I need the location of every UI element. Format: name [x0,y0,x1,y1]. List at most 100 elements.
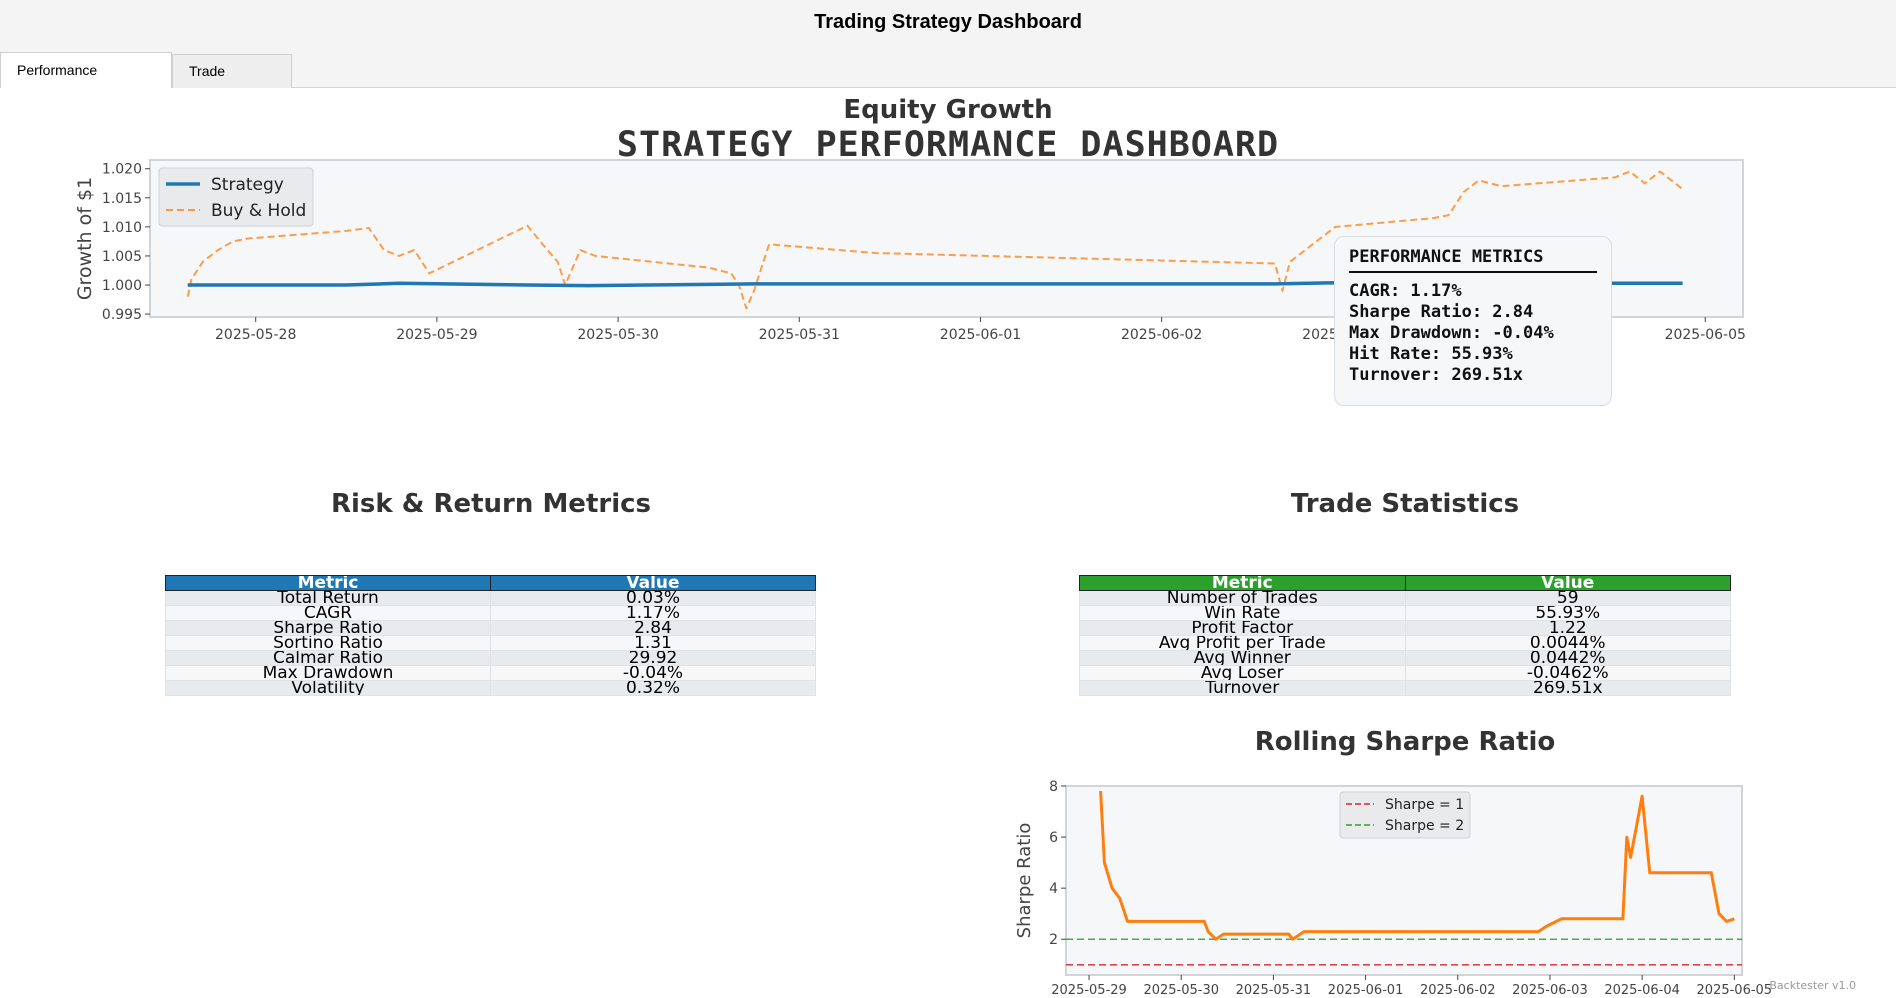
table-row: Sortino Ratio 1.31 [165,635,816,651]
x-tick-label: 2025-06-05 [1665,327,1746,343]
metric-name-cell: Sharpe Ratio [165,620,491,636]
metric-value-cell: -0.0462% [1404,665,1731,681]
tab-trade-analytics[interactable]: Trade Analytics [172,54,292,111]
legend-label-sharpe-1: Sharpe = 1 [1385,797,1464,813]
y-tick-label: 2 [1049,932,1058,948]
metric-name-cell: Avg Loser [1079,665,1406,681]
table-row: Profit Factor 1.22 [1079,620,1731,636]
metric-name-cell: Avg Winner [1079,650,1406,666]
metric-value-cell: 2.84 [490,620,816,636]
x-tick-label: 2025-05-30 [577,327,658,343]
metric-cagr: CAGR: 1.17% [1349,281,1462,301]
x-tick-label: 2025-06-02 [1420,983,1496,998]
x-tick-label: 2025-06-04 [1604,983,1680,998]
table-row: Volatility 0.32% [165,680,816,696]
y-tick-label: 6 [1049,830,1058,846]
legend-label-buy-hold: Buy & Hold [211,201,306,221]
metric-name-cell: Sortino Ratio [165,635,491,651]
metric-name-cell: CAGR [165,605,491,621]
window-title: Trading Strategy Dashboard [0,0,1896,44]
x-tick-label: 2025-05-31 [1236,983,1312,998]
risk-return-table: Metric Value Total Return 0.03% CAGR 1.17% S… [165,575,816,696]
table-row: Total Return 0.03% [165,590,816,606]
metric-name-cell: Volatility [165,680,491,696]
metric-value-cell: 269.51x [1404,680,1731,696]
metric-max-drawdown: Max Drawdown: -0.04% [1349,323,1554,343]
metric-name-cell: Avg Profit per Trade [1079,635,1406,651]
table-row: Turnover 269.51x [1079,680,1731,696]
rolling-sharpe-chart: 2 4 6 8 2025-05-29 2025-05-30 2025-05-31 2025-0… [1014,779,1773,998]
y-tick-label: 4 [1049,881,1058,897]
metric-value-cell: 0.03% [490,590,816,606]
metric-name-cell: Max Drawdown [165,665,491,681]
y-tick-label: 0.995 [102,307,142,323]
metric-value-cell: 55.93% [1404,605,1731,621]
metric-value-cell: 0.0442% [1404,650,1731,666]
table-row: Avg Loser -0.0462% [1079,665,1731,681]
y-tick-label: 1.015 [102,191,142,207]
table-row: Number of Trades 59 [1079,590,1731,606]
x-tick-label: 2025-05-29 [1051,983,1127,998]
version-label: Backtester v1.0 [1769,979,1856,992]
x-tick-label: 2025-06-01 [1328,983,1404,998]
risk-table-title: Risk & Return Metrics [330,489,651,519]
metric-name-cell: Win Rate [1079,605,1406,621]
x-tick-label: 2025-06-01 [940,327,1021,343]
y-tick-label: 1.020 [102,162,142,178]
x-tick-label: 2025-06-03 [1512,983,1588,998]
table-row: Calmar Ratio 29.92 [165,650,816,666]
metric-value-cell: 1.31 [490,635,816,651]
legend-label-strategy: Strategy [211,175,284,195]
y-tick-label: 1.000 [102,278,142,294]
x-tick-label: 2025-06-02 [1121,327,1202,343]
x-tick-label: 2025-06-05 [1697,983,1773,998]
column-header-metric: Metric [165,575,491,591]
metric-value-cell: 0.0044% [1404,635,1731,651]
trade-statistics-table: Metric Value Number of Trades 59 Win Rate 5… [1079,575,1731,696]
table-header-row: Metric Value [165,575,816,591]
trade-table-body: Number of Trades 59 Win Rate 55.93% Profit F… [1079,590,1731,696]
metric-value-cell: 1.22 [1404,620,1731,636]
y-tick-label: 1.010 [102,220,142,236]
table-row: Win Rate 55.93% [1079,605,1731,621]
x-tick-label: 2025-05-28 [215,327,296,343]
column-header-value: Value [490,575,816,591]
table-row: Avg Winner 0.0442% [1079,650,1731,666]
y-axis-label: Sharpe Ratio [1014,823,1035,939]
metric-value-cell: 1.17% [490,605,816,621]
performance-metrics-box: PERFORMANCE METRICS CAGR: 1.17% Sharpe R… [1334,236,1612,406]
tab-bar: Performance Dashboard Trade Analytics [0,44,1896,112]
metrics-box-title: PERFORMANCE METRICS [1349,247,1597,273]
metric-value-cell: 59 [1404,590,1731,606]
dashboard-content: Equity Growth STRATEGY PERFORMANCE DASHB… [0,88,1896,998]
y-tick-label: 8 [1049,779,1058,795]
trade-table-title: Trade Statistics [1290,489,1520,519]
table-row: Max Drawdown -0.04% [165,665,816,681]
metric-value-cell: -0.04% [490,665,816,681]
column-header-metric: Metric [1079,575,1406,591]
metric-name-cell: Turnover [1079,680,1406,696]
metric-hit-rate: Hit Rate: 55.93% [1349,344,1513,364]
column-header-value: Value [1404,575,1731,591]
metric-sharpe: Sharpe Ratio: 2.84 [1349,302,1534,322]
risk-table-body: Total Return 0.03% CAGR 1.17% Sharpe Ratio 2.… [165,590,816,696]
y-axis-label: Growth of $1 [74,177,96,300]
x-tick-label: 2025-05-30 [1143,983,1219,998]
sharpe-chart-title: Rolling Sharpe Ratio [1254,727,1556,757]
table-header-row: Metric Value [1079,575,1731,591]
metric-name-cell: Total Return [165,590,491,606]
x-tick-label: 2025-05-29 [396,327,477,343]
metric-value-cell: 29.92 [490,650,816,666]
metric-value-cell: 0.32% [490,680,816,696]
metric-turnover: Turnover: 269.51x [1349,365,1523,385]
table-row: CAGR 1.17% [165,605,816,621]
table-row: Sharpe Ratio 2.84 [165,620,816,636]
metric-name-cell: Calmar Ratio [165,650,491,666]
legend-label-sharpe-2: Sharpe = 2 [1385,818,1464,834]
tab-performance-dashboard[interactable]: Performance Dashboard [0,52,172,112]
x-tick-label: 2025-05-31 [759,327,840,343]
y-tick-label: 1.005 [102,249,142,265]
table-row: Avg Profit per Trade 0.0044% [1079,635,1731,651]
metric-name-cell: Profit Factor [1079,620,1406,636]
metric-name-cell: Number of Trades [1079,590,1406,606]
